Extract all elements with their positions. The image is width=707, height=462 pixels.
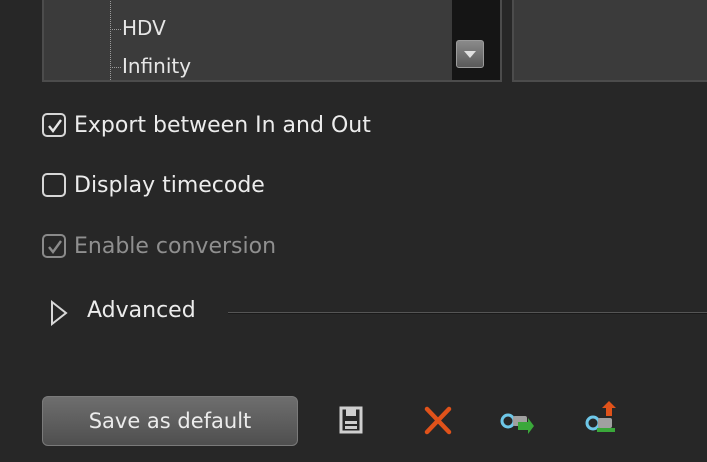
save-preset-button[interactable] <box>332 400 372 440</box>
tree-item-hdv[interactable]: HDV <box>112 16 166 40</box>
tree-items: HDV Infinity <box>44 0 452 80</box>
export-between-label: Export between In and Out <box>74 112 371 138</box>
enable-conversion-label: Enable conversion <box>74 233 277 259</box>
tree-branch-dots <box>112 67 121 68</box>
scroll-down-button[interactable] <box>456 40 484 68</box>
delete-icon <box>424 406 452 435</box>
checkmark-icon <box>48 119 62 133</box>
enable-conversion-option: Enable conversion <box>42 230 276 262</box>
checkmark-icon <box>48 240 62 254</box>
preview-panel <box>512 0 707 82</box>
import-preset-button[interactable] <box>496 400 536 440</box>
display-timecode-label: Display timecode <box>74 172 265 198</box>
tree-branch-dots <box>112 29 121 30</box>
save-icon <box>339 406 363 434</box>
export-preset-button[interactable] <box>582 400 622 440</box>
export-between-option[interactable]: Export between In and Out <box>42 109 371 141</box>
advanced-section-header[interactable]: Advanced <box>50 296 707 330</box>
export-preset-icon <box>585 401 616 432</box>
chevron-down-icon <box>464 51 476 58</box>
enable-conversion-checkbox <box>42 234 66 258</box>
display-timecode-checkbox[interactable] <box>42 173 66 197</box>
expand-triangle-icon[interactable] <box>50 300 68 326</box>
tree-item-label: HDV <box>122 16 166 40</box>
section-divider <box>228 312 707 314</box>
advanced-label: Advanced <box>87 298 196 323</box>
tree-guide-line <box>110 0 111 80</box>
export-settings-panel: HDV Infinity Export between In and Out D… <box>0 0 707 462</box>
format-tree-list[interactable]: HDV Infinity <box>42 0 502 82</box>
display-timecode-option[interactable]: Display timecode <box>42 169 265 201</box>
import-preset-icon <box>500 413 534 434</box>
delete-preset-button[interactable] <box>418 400 458 440</box>
tree-item-label: Infinity <box>122 54 192 78</box>
export-between-checkbox[interactable] <box>42 113 66 137</box>
save-as-default-button[interactable]: Save as default <box>42 396 298 446</box>
tree-item-infinity[interactable]: Infinity <box>112 54 192 78</box>
